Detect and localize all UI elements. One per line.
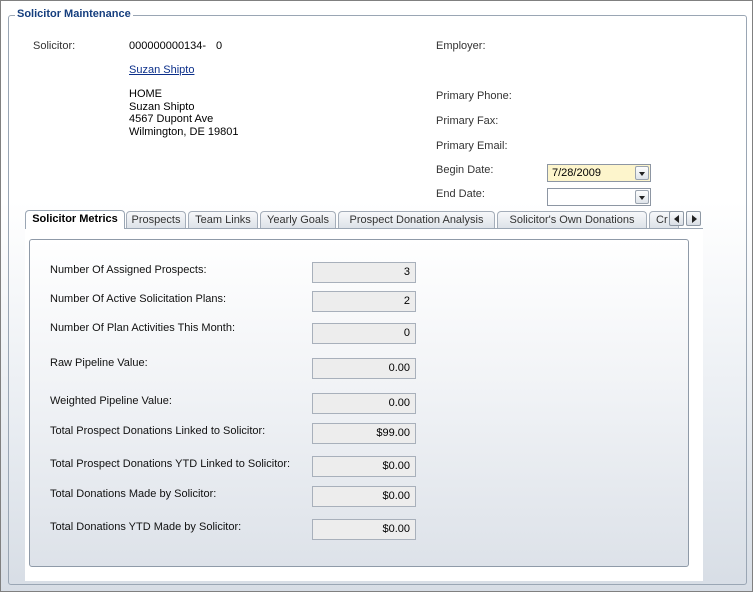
plan-activities-this-month-label: Number Of Plan Activities This Month:: [50, 322, 236, 334]
window: Solicitor Maintenance Solicitor: 0000000…: [0, 0, 753, 592]
end-date-label: End Date:: [436, 188, 485, 200]
assigned-prospects-label: Number Of Assigned Prospects:: [50, 264, 207, 276]
solicitor-label: Solicitor:: [33, 40, 76, 52]
chevron-left-icon[interactable]: [669, 211, 684, 226]
solicitor-sub-id: 0: [216, 40, 223, 52]
address-line-name: Suzan Shipto: [129, 100, 195, 113]
tab-solicitor-metrics[interactable]: Solicitor Metrics: [25, 210, 125, 229]
primary-email-label: Primary Email:: [436, 140, 508, 152]
tab-scroll-controls: [669, 211, 703, 227]
prospect-donations-ytd-linked-value: $0.00: [312, 456, 416, 477]
begin-date-value: 7/28/2009: [552, 167, 601, 179]
tab-prospect-donation-analysis[interactable]: Prospect Donation Analysis: [338, 211, 495, 228]
begin-date-label: Begin Date:: [436, 164, 494, 176]
chevron-down-icon[interactable]: [635, 166, 649, 180]
primary-fax-label: Primary Fax:: [436, 115, 499, 127]
prospect-donations-linked-label: Total Prospect Donations Linked to Solic…: [50, 425, 266, 437]
employer-label: Employer:: [436, 40, 486, 52]
solicitor-name-link[interactable]: Suzan Shipto: [129, 64, 194, 76]
solicitor-metrics-panel: Number Of Assigned Prospects: 3 Number O…: [25, 228, 703, 581]
prospect-donations-ytd-linked-label: Total Prospect Donations YTD Linked to S…: [50, 458, 291, 470]
primary-phone-label: Primary Phone:: [436, 90, 512, 102]
begin-date-picker[interactable]: 7/28/2009: [547, 164, 651, 182]
assigned-prospects-value: 3: [312, 262, 416, 283]
raw-pipeline-value-label: Raw Pipeline Value:: [50, 357, 148, 369]
chevron-down-icon[interactable]: [635, 190, 649, 204]
donations-made-by-solicitor-label: Total Donations Made by Solicitor:: [50, 488, 217, 500]
weighted-pipeline-value: 0.00: [312, 393, 416, 414]
plan-activities-this-month-value: 0: [312, 323, 416, 344]
chevron-right-icon[interactable]: [686, 211, 701, 226]
solicitor-id: 000000000134-: [129, 40, 207, 52]
raw-pipeline-value: 0.00: [312, 358, 416, 379]
tab-yearly-goals[interactable]: Yearly Goals: [260, 211, 336, 228]
solicitor-address: HOME Suzan Shipto 4567 Dupont Ave Wilmin…: [129, 88, 238, 138]
active-solicitation-plans-label: Number Of Active Solicitation Plans:: [50, 293, 227, 305]
section-title: Solicitor Maintenance: [15, 8, 133, 20]
tab-solicitors-own-donations[interactable]: Solicitor's Own Donations: [497, 211, 647, 228]
address-line-street: 4567 Dupont Ave: [129, 113, 214, 125]
address-line-type: HOME: [129, 88, 162, 100]
weighted-pipeline-value-label: Weighted Pipeline Value:: [50, 395, 172, 407]
donations-made-by-solicitor-value: $0.00: [312, 486, 416, 507]
tab-prospects[interactable]: Prospects: [126, 211, 186, 228]
tab-strip: Solicitor Metrics Prospects Team Links Y…: [25, 210, 703, 229]
end-date-picker[interactable]: [547, 188, 651, 206]
address-line-city: Wilmington, DE 19801: [129, 125, 239, 138]
tab-team-links[interactable]: Team Links: [188, 211, 258, 228]
donations-ytd-made-by-solicitor-label: Total Donations YTD Made by Solicitor:: [50, 521, 242, 533]
prospect-donations-linked-value: $99.00: [312, 423, 416, 444]
metrics-group: Number Of Assigned Prospects: 3 Number O…: [29, 239, 689, 567]
donations-ytd-made-by-solicitor-value: $0.00: [312, 519, 416, 540]
active-solicitation-plans-value: 2: [312, 291, 416, 312]
